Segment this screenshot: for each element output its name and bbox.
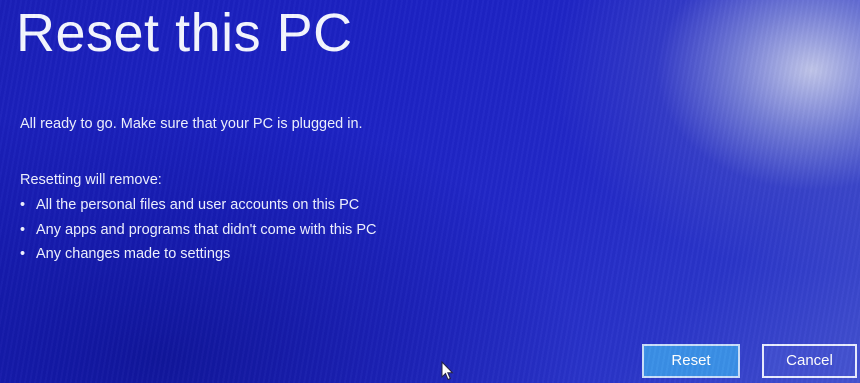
- remove-item-text: Any apps and programs that didn't come w…: [36, 221, 377, 238]
- page-title: Reset this PC: [16, 3, 353, 63]
- ready-message: All ready to go. Make sure that your PC …: [20, 116, 363, 132]
- cancel-button[interactable]: Cancel: [762, 344, 857, 378]
- mouse-pointer-icon: [441, 361, 454, 381]
- remove-item-text: All the personal files and user accounts…: [36, 197, 360, 213]
- remove-list-item: • Any apps and programs that didn't come …: [20, 220, 376, 245]
- reset-pc-screen: Reset this PC All ready to go. Make sure…: [0, 0, 860, 383]
- remove-list: • All the personal files and user account…: [20, 195, 376, 269]
- bullet-icon: •: [20, 221, 26, 238]
- remove-list-item: • Any changes made to settings: [20, 244, 376, 269]
- remove-item-text: Any changes made to settings: [36, 246, 231, 262]
- bullet-icon: •: [20, 246, 26, 262]
- bullet-icon: •: [20, 197, 26, 213]
- remove-heading: Resetting will remove:: [20, 172, 162, 188]
- remove-list-item: • All the personal files and user account…: [20, 195, 376, 220]
- reset-button[interactable]: Reset: [642, 344, 740, 378]
